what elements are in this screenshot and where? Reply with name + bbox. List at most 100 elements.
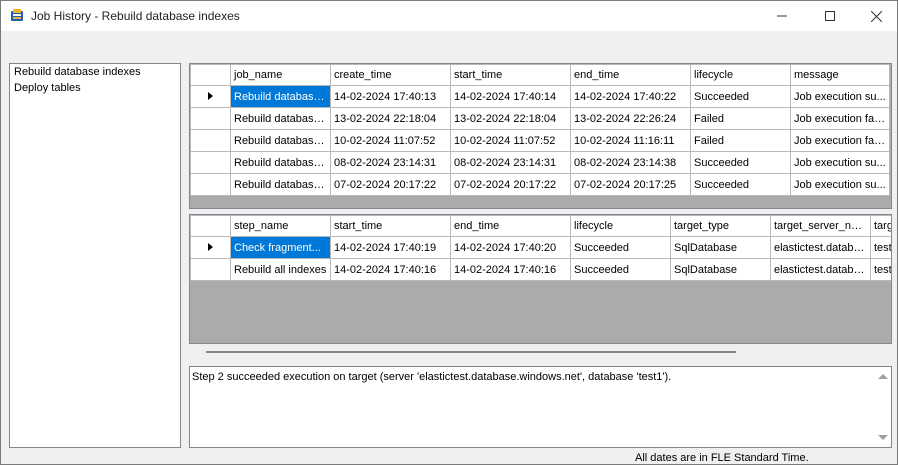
row-header[interactable] [190,258,231,281]
table-cell[interactable]: test1 [870,258,891,281]
table-cell[interactable]: 13-02-2024 22:26:24 [570,107,691,130]
table-row[interactable]: Rebuild database... 08-02-2024 23:14:31 … [190,151,890,174]
title-bar[interactable]: Job History - Rebuild database indexes [1,1,897,31]
column-header[interactable]: job_name [230,64,331,86]
table-cell[interactable]: elastictest.databa... [770,236,871,259]
row-header[interactable] [190,85,231,108]
table-cell[interactable]: 10-02-2024 11:16:11 [570,129,691,152]
table-cell[interactable]: Rebuild database... [230,173,331,196]
table-cell[interactable]: Job execution fail... [790,107,890,130]
maximize-button[interactable] [807,1,853,31]
table-row[interactable]: Rebuild database... 13-02-2024 22:18:04 … [190,107,890,130]
table-cell[interactable]: test1 [870,236,891,259]
table-cell[interactable]: 10-02-2024 11:07:52 [450,129,571,152]
table-cell[interactable]: 14-02-2024 17:40:22 [570,85,691,108]
list-item[interactable]: Rebuild database indexes [10,64,180,80]
table-cell[interactable]: Job execution su... [790,151,890,174]
table-cell[interactable]: Succeeded [690,85,791,108]
table-row[interactable]: Rebuild all indexes 14-02-2024 17:40:16 … [190,258,891,281]
table-cell[interactable]: SqlDatabase [670,258,771,281]
message-textbox[interactable]: Step 2 succeeded execution on target (se… [189,366,892,448]
table-cell[interactable]: Job execution su... [790,85,890,108]
minimize-button[interactable] [759,1,805,31]
table-cell[interactable]: Failed [690,129,791,152]
close-button[interactable] [853,1,898,31]
column-header[interactable]: create_time [330,64,451,86]
maximize-icon [825,11,835,21]
jobs-header-row: job_name create_time start_time end_time… [190,64,890,86]
table-cell[interactable]: Job execution su... [790,173,890,196]
table-cell[interactable]: Rebuild database... [230,129,331,152]
table-cell[interactable]: 14-02-2024 17:40:19 [330,236,451,259]
table-cell[interactable]: Succeeded [570,236,671,259]
column-header[interactable]: lifecycle [570,215,671,237]
jobs-list[interactable]: Rebuild database indexes Deploy tables [9,63,181,448]
table-cell[interactable]: 08-02-2024 23:14:31 [330,151,451,174]
steps-grid[interactable]: step_name start_time end_time lifecycle … [189,214,892,344]
scroll-up-icon[interactable] [878,374,888,379]
table-cell[interactable]: elastictest.databa... [770,258,871,281]
list-item[interactable]: Deploy tables [10,80,180,96]
minimize-icon [777,15,787,17]
table-cell[interactable]: 13-02-2024 22:18:04 [330,107,451,130]
table-cell[interactable]: Failed [690,107,791,130]
table-cell[interactable]: Succeeded [570,258,671,281]
steps-header-row: step_name start_time end_time lifecycle … [190,215,891,237]
table-cell[interactable]: 07-02-2024 20:17:25 [570,173,691,196]
table-cell[interactable]: 14-02-2024 17:40:13 [330,85,451,108]
app-icon [11,9,23,21]
table-cell[interactable]: 07-02-2024 20:17:22 [450,173,571,196]
table-row[interactable]: Rebuild database... 07-02-2024 20:17:22 … [190,173,890,196]
status-text: All dates are in FLE Standard Time. [635,452,809,464]
table-cell[interactable]: Job execution fail... [790,129,890,152]
table-row[interactable]: Check fragment... 14-02-2024 17:40:19 14… [190,236,891,259]
table-cell[interactable]: Rebuild all indexes [230,258,331,281]
job-history-window: Job History - Rebuild database indexes R… [0,0,898,465]
column-header[interactable]: targ [870,215,891,237]
table-cell[interactable]: Rebuild database... [230,107,331,130]
column-header[interactable]: target_type [670,215,771,237]
table-row[interactable]: Rebuild database... 10-02-2024 11:07:52 … [190,129,890,152]
row-header-corner [190,215,231,237]
table-cell[interactable]: Succeeded [690,173,791,196]
table-cell[interactable]: Rebuild database... [230,85,331,108]
column-header[interactable]: start_time [330,215,451,237]
message-text: Step 2 succeeded execution on target (se… [192,371,672,383]
steps-horizontal-scrollbar[interactable] [189,344,892,361]
row-header[interactable] [190,151,231,174]
table-cell[interactable]: SqlDatabase [670,236,771,259]
column-header[interactable]: message [790,64,890,86]
current-row-arrow-icon [208,91,213,100]
table-cell[interactable]: 08-02-2024 23:14:38 [570,151,691,174]
table-cell[interactable]: 14-02-2024 17:40:16 [330,258,451,281]
column-header[interactable]: step_name [230,215,331,237]
table-cell[interactable]: 14-02-2024 17:40:14 [450,85,571,108]
close-icon [870,10,882,22]
table-cell[interactable]: Rebuild database... [230,151,331,174]
table-cell[interactable]: Check fragment... [230,236,331,259]
window-title: Job History - Rebuild database indexes [31,9,240,23]
table-cell[interactable]: 14-02-2024 17:40:16 [450,258,571,281]
row-header[interactable] [190,236,231,259]
column-header[interactable]: target_server_name [770,215,871,237]
table-cell[interactable]: 07-02-2024 20:17:22 [330,173,451,196]
message-vertical-scrollbar[interactable] [874,367,891,447]
column-header[interactable]: start_time [450,64,571,86]
scrollbar-thumb[interactable] [206,351,736,353]
table-cell[interactable]: 14-02-2024 17:40:20 [450,236,571,259]
row-header-corner [190,64,231,86]
column-header[interactable]: end_time [570,64,691,86]
row-header[interactable] [190,173,231,196]
row-header[interactable] [190,107,231,130]
jobs-grid[interactable]: job_name create_time start_time end_time… [189,63,892,209]
row-header[interactable] [190,129,231,152]
scroll-down-icon[interactable] [878,435,888,440]
table-cell[interactable]: 13-02-2024 22:18:04 [450,107,571,130]
column-header[interactable]: lifecycle [690,64,791,86]
column-header[interactable]: end_time [450,215,571,237]
current-row-arrow-icon [208,242,213,251]
table-row[interactable]: Rebuild database... 14-02-2024 17:40:13 … [190,85,890,108]
table-cell[interactable]: Succeeded [690,151,791,174]
table-cell[interactable]: 08-02-2024 23:14:31 [450,151,571,174]
table-cell[interactable]: 10-02-2024 11:07:52 [330,129,451,152]
